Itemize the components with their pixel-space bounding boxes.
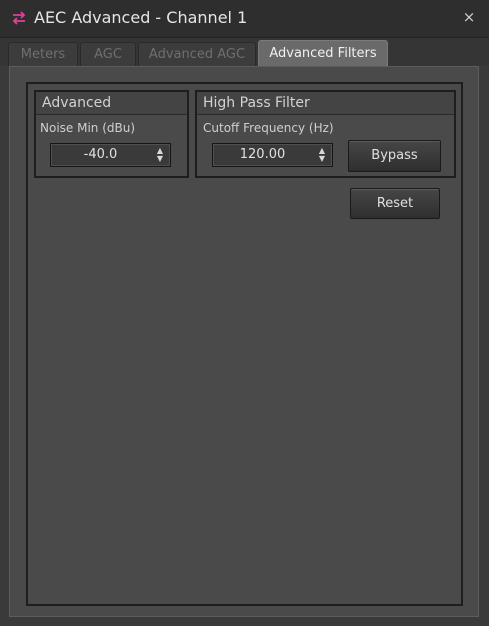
advanced-group: Advanced Noise Min (dBu) -40.0 ▲ ▼ — [34, 90, 189, 178]
tab-agc[interactable]: AGC — [80, 42, 136, 66]
tab-content: Advanced Noise Min (dBu) -40.0 ▲ ▼ High … — [9, 66, 479, 617]
window-title: AEC Advanced - Channel 1 — [34, 8, 248, 27]
cutoff-frequency-spinbox[interactable]: 120.00 ▲ ▼ — [212, 143, 333, 167]
title-bar: AEC Advanced - Channel 1 × — [0, 0, 489, 38]
tab-advanced-agc[interactable]: Advanced AGC — [138, 42, 256, 66]
high-pass-filter-group: High Pass Filter Cutoff Frequency (Hz) 1… — [195, 90, 456, 178]
tab-meters[interactable]: Meters — [8, 42, 78, 66]
close-icon[interactable]: × — [461, 8, 477, 26]
tab-strip: Meters AGC Advanced AGC Advanced Filters — [0, 38, 489, 66]
noise-min-spinbox[interactable]: -40.0 ▲ ▼ — [50, 143, 171, 167]
bypass-button[interactable]: Bypass — [348, 140, 441, 172]
reset-button[interactable]: Reset — [350, 188, 440, 219]
cutoff-frequency-value[interactable]: 120.00 — [213, 144, 312, 166]
noise-min-value[interactable]: -40.0 — [51, 144, 150, 166]
noise-min-label: Noise Min (dBu) — [40, 121, 136, 135]
chevron-down-icon[interactable]: ▼ — [318, 155, 326, 163]
cutoff-frequency-label: Cutoff Frequency (Hz) — [203, 121, 334, 135]
filters-panel: Advanced Noise Min (dBu) -40.0 ▲ ▼ High … — [26, 82, 463, 606]
tab-advanced-filters[interactable]: Advanced Filters — [258, 40, 388, 66]
advanced-group-title: Advanced — [36, 92, 187, 115]
high-pass-filter-title: High Pass Filter — [197, 92, 454, 115]
chevron-down-icon[interactable]: ▼ — [156, 155, 164, 163]
swap-arrows-icon — [12, 11, 26, 25]
